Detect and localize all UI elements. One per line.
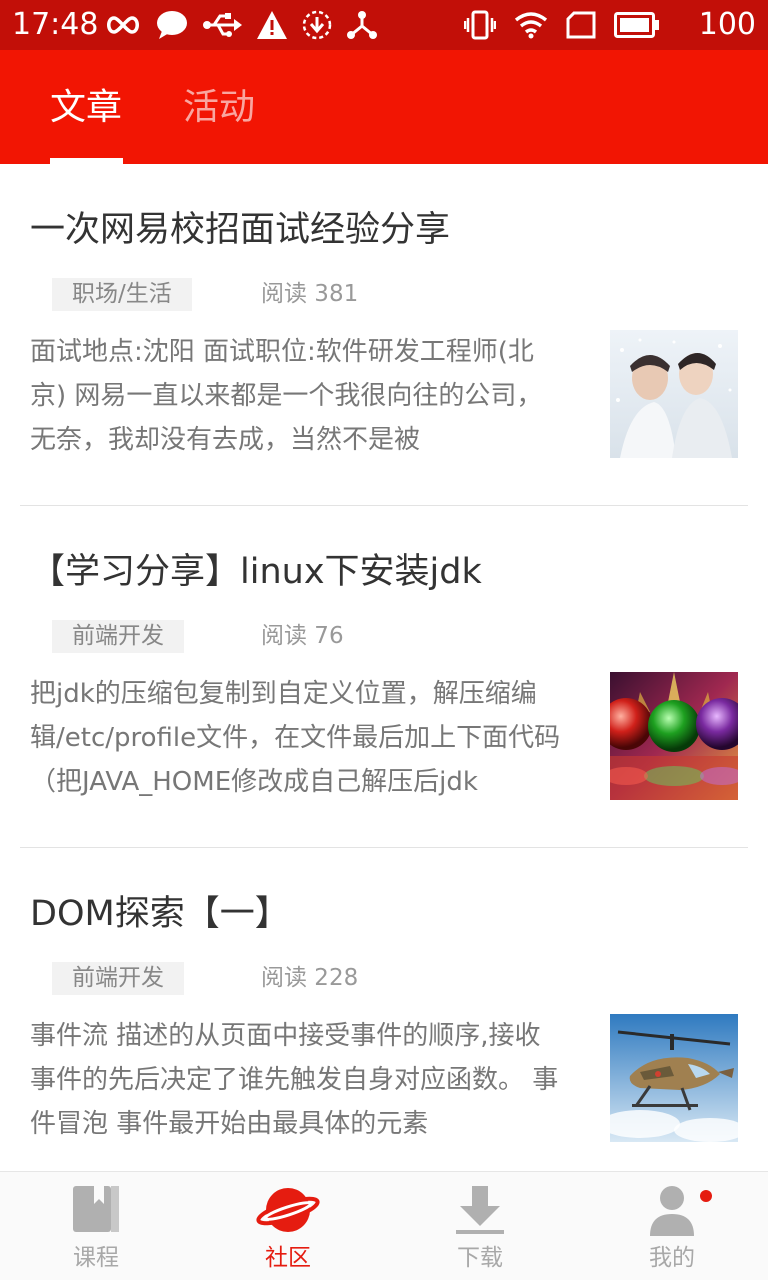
article-thumbnail[interactable] [610, 672, 738, 800]
article-card[interactable]: 一次网易校招面试经验分享 职场/生活 阅读 381 面试地点:沈阳 面试职位:软… [0, 164, 768, 506]
infinity-icon [104, 13, 142, 37]
article-read-count: 阅读 228 [261, 965, 359, 991]
sim-icon [566, 11, 596, 39]
nav-item-community[interactable]: 社区 [192, 1172, 384, 1281]
status-icons-right [464, 8, 660, 42]
status-icons-left [104, 8, 378, 42]
nav-label: 下载 [457, 1245, 503, 1271]
article-title[interactable]: 【学习分享】linux下安装jdk [30, 550, 482, 594]
book-icon [64, 1184, 128, 1236]
article-card[interactable]: DOM探索【一】 前端开发 阅读 228 事件流 描述的从页面中接受事件的顺序,… [0, 848, 768, 1171]
article-card[interactable]: 【学习分享】linux下安装jdk 前端开发 阅读 76 把jdk的压缩包复制到… [0, 506, 768, 848]
battery-level: 100 [698, 7, 756, 42]
article-read-count: 阅读 381 [261, 281, 359, 307]
article-list[interactable]: 一次网易校招面试经验分享 职场/生活 阅读 381 面试地点:沈阳 面试职位:软… [0, 164, 768, 1171]
nav-label: 社区 [265, 1245, 311, 1271]
article-summary: 事件流 描述的从页面中接受事件的顺序,接收事件的先后决定了谁先触发自身对应函数。… [30, 1021, 559, 1139]
nav-label: 我的 [649, 1245, 695, 1271]
article-summary: 把jdk的压缩包复制到自定义位置，解压缩编辑/etc/profile文件，在文件… [30, 679, 561, 797]
article-summary: 面试地点:沈阳 面试职位:软件研发工程师(北京) 网易一直以来都是一个我很向往的… [30, 337, 543, 455]
article-category-tag: 前端开发 [52, 620, 184, 653]
nav-item-profile[interactable]: 我的 [576, 1172, 768, 1281]
planet-icon [256, 1184, 320, 1236]
usb-icon [202, 11, 242, 39]
network-icon [346, 10, 378, 40]
nav-item-courses[interactable]: 课程 [0, 1172, 192, 1281]
article-read-count: 阅读 76 [261, 623, 344, 649]
battery-icon [614, 12, 660, 38]
notification-badge [700, 1190, 712, 1202]
article-thumbnail[interactable] [610, 1014, 738, 1142]
status-bar: 17:48 100 [0, 0, 768, 50]
user-icon [640, 1184, 704, 1236]
article-category-tag: 职场/生活 [52, 278, 192, 311]
article-title[interactable]: 一次网易校招面试经验分享 [30, 208, 450, 252]
top-tab-bar: 文章 活动 [0, 50, 768, 164]
download-icon [448, 1184, 512, 1236]
wifi-icon [514, 11, 548, 39]
vibrate-icon [464, 10, 496, 40]
article-thumbnail[interactable] [610, 330, 738, 458]
nav-label: 课程 [73, 1245, 119, 1271]
article-title[interactable]: DOM探索【一】 [30, 892, 290, 936]
chat-bubble-icon [156, 10, 188, 40]
bottom-nav: 课程 社区 下载 我的 [0, 1171, 768, 1280]
warning-icon [256, 10, 288, 40]
tab-articles[interactable]: 文章 [50, 86, 122, 130]
nav-item-downloads[interactable]: 下载 [384, 1172, 576, 1281]
article-category-tag: 前端开发 [52, 962, 184, 995]
download-circle-icon [302, 10, 332, 40]
tab-events[interactable]: 活动 [183, 86, 255, 130]
status-time: 17:48 [12, 7, 99, 42]
